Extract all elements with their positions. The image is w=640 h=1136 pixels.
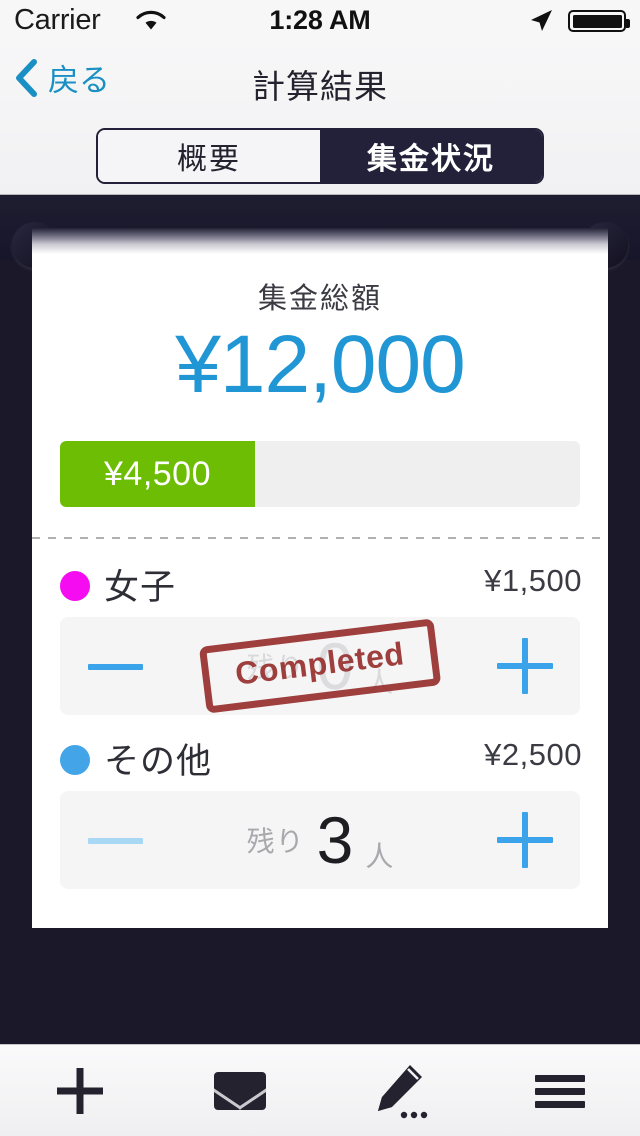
group-header: その他 ¥2,500 [0,737,640,785]
group-name-label: 女子 [104,568,177,607]
dashed-divider [32,537,608,539]
battery-full-icon [568,10,630,32]
remaining-count-value: 3 [316,803,354,877]
collection-progress-fill: ¥4,500 [60,441,255,507]
decrement-button[interactable] [60,791,170,889]
group-header: 女子 ¥1,500 [0,563,640,611]
group-color-dot [60,745,90,775]
receipt-torn-edge [32,928,608,944]
page-title: 計算結果 [252,68,388,105]
edit-button[interactable] [320,1045,480,1136]
envelope-icon [214,1071,266,1110]
group-row: その他 ¥2,500 残り 3 人 [0,737,640,889]
add-button[interactable] [0,1045,160,1136]
collection-progress-bar: ¥4,500 [60,441,580,507]
increment-button[interactable] [470,617,580,715]
group-amount-label: ¥2,500 [484,737,582,772]
remaining-prefix-label: 残り [246,826,305,857]
group-stepper: 残り 3 人 [60,791,580,889]
navigation-bar: 戻る 計算結果 概要 集金状況 [0,40,640,195]
tab-overview[interactable]: 概要 [98,130,320,182]
group-color-dot [60,571,90,601]
remaining-count-display: 残り 3 人 [170,791,470,889]
segmented-control[interactable]: 概要 集金状況 [96,128,544,184]
location-arrow-icon [528,8,554,34]
bottom-toolbar [0,1044,640,1136]
increment-button[interactable] [470,791,580,889]
group-amount-label: ¥1,500 [484,563,582,598]
collected-amount-label: ¥4,500 [104,454,211,493]
tab-collection-status[interactable]: 集金状況 [320,130,542,182]
total-amount: ¥12,000 [175,319,465,410]
pencil-edit-icon [370,1061,430,1121]
decrement-button[interactable] [60,617,170,715]
app-screen: Carrier 1:28 AM 戻る 計算結果 概要 集金状況 集金総額 ¥12… [0,0,640,1136]
status-bar: Carrier 1:28 AM [0,0,640,40]
group-stepper: 残り 0 人 Completed [60,617,580,715]
remaining-suffix-label: 人 [365,841,394,872]
group-name-label: その他 [104,742,213,781]
mail-button[interactable] [160,1045,320,1136]
total-label: 集金総額 [257,283,382,315]
menu-button[interactable] [480,1045,640,1136]
group-row: 女子 ¥1,500 残り 0 人 Completed [0,563,640,715]
